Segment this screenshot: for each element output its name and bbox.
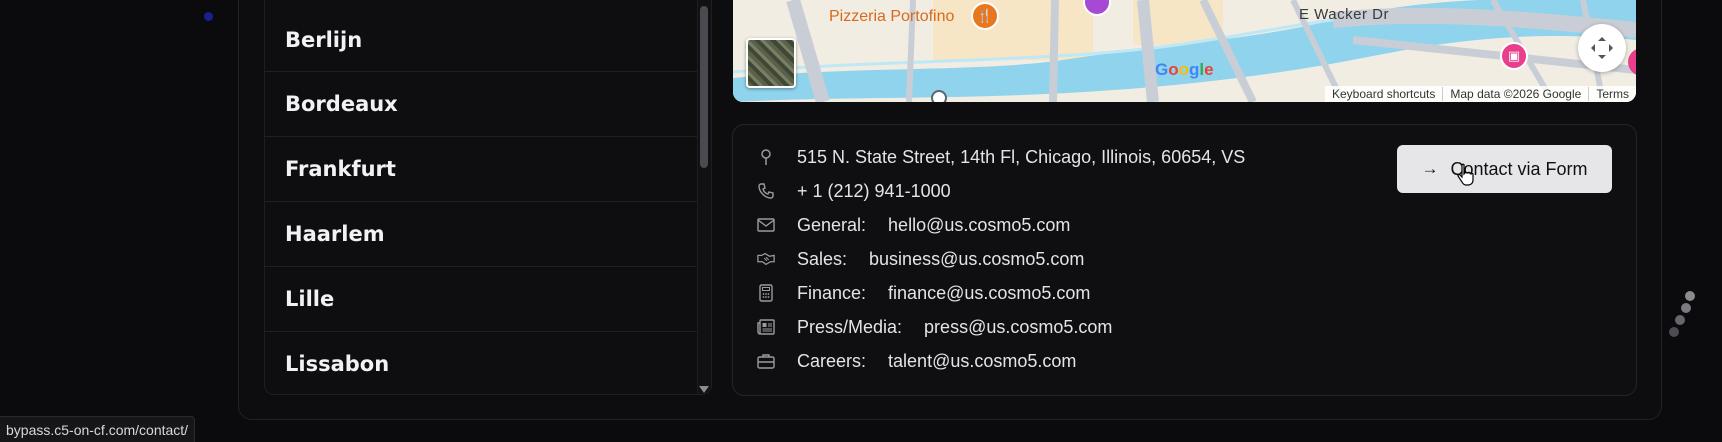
- map-label-poi[interactable]: Pizzeria Portofino: [829, 8, 954, 26]
- careers-label: Careers:: [797, 350, 867, 371]
- sales-label: Sales:: [797, 248, 848, 269]
- phone-link[interactable]: + 1 (212) 941-1000: [797, 181, 951, 202]
- finance-email-row: Finance: finance@us.cosmo5.com: [757, 280, 1090, 306]
- loading-dots-decoration: [1669, 291, 1695, 337]
- sales-email-row: Sales: business@us.cosmo5.com: [757, 246, 1084, 272]
- city-list[interactable]: Berlijn Bordeaux Frankfurt Haarlem Lille…: [264, 0, 712, 395]
- office-map[interactable]: Pizzeria Portofino E Wacker Dr 🍴 ▣ Googl…: [733, 0, 1636, 102]
- city-label: Frankfurt: [285, 157, 396, 181]
- city-item-frankfurt[interactable]: Frankfurt: [265, 137, 711, 202]
- map-data-attribution: Map data ©2026 Google: [1442, 87, 1588, 101]
- location-pin-icon: [757, 148, 775, 166]
- city-item-haarlem[interactable]: Haarlem: [265, 202, 711, 267]
- city-item-berlijn[interactable]: Berlijn: [265, 0, 711, 72]
- hotel-pin-icon[interactable]: ▣: [1500, 42, 1528, 70]
- city-label: Lille: [285, 287, 335, 311]
- transit-pin-icon[interactable]: [931, 90, 947, 102]
- press-email-link[interactable]: press@us.cosmo5.com: [924, 317, 1112, 338]
- city-label: Bordeaux: [285, 92, 398, 116]
- careers-email-row: Careers: talent@us.cosmo5.com: [757, 348, 1076, 374]
- press-email-row: Press/Media: press@us.cosmo5.com: [757, 314, 1112, 340]
- city-label: Berlijn: [285, 27, 363, 52]
- newspaper-icon: [757, 318, 775, 336]
- city-list-scrollbar[interactable]: [697, 0, 711, 394]
- phone-row: + 1 (212) 941-1000: [757, 178, 951, 204]
- press-label: Press/Media:: [797, 316, 903, 337]
- address-row: 515 N. State Street, 14th Fl, Chicago, I…: [757, 144, 1245, 170]
- handshake-icon: [757, 250, 775, 268]
- general-label: General:: [797, 214, 867, 235]
- browser-status-url: bypass.c5-on-cf.com/contact/: [0, 416, 196, 442]
- scroll-down-arrow-icon[interactable]: [699, 386, 709, 393]
- city-label: Lissabon: [285, 352, 390, 376]
- map-camera-control-button[interactable]: [1578, 24, 1626, 72]
- decorative-dot: [204, 12, 213, 21]
- move-arrows-icon: [1591, 37, 1613, 59]
- restaurant-pin-icon[interactable]: 🍴: [971, 2, 999, 30]
- city-item-bordeaux[interactable]: Bordeaux: [265, 72, 711, 137]
- city-item-lissabon[interactable]: Lissabon: [265, 332, 711, 394]
- general-email-row: General: hello@us.cosmo5.com: [757, 212, 1070, 238]
- briefcase-icon: [757, 352, 775, 370]
- arrow-right-icon: →: [1421, 159, 1439, 178]
- page: Berlijn Bordeaux Frankfurt Haarlem Lille…: [0, 0, 1722, 442]
- envelope-icon: [757, 216, 775, 234]
- scrollbar-thumb[interactable]: [700, 6, 708, 168]
- keyboard-shortcuts-link[interactable]: Keyboard shortcuts: [1325, 87, 1442, 101]
- phone-icon: [757, 182, 775, 200]
- hand-cursor-icon: [1457, 163, 1474, 186]
- contact-via-form-button[interactable]: → Contact via Form: [1397, 145, 1612, 193]
- google-logo: Google: [1155, 60, 1214, 79]
- finance-email-link[interactable]: finance@us.cosmo5.com: [888, 283, 1090, 304]
- map-footer: Keyboard shortcuts Map data ©2026 Google…: [1325, 86, 1636, 102]
- sales-email-link[interactable]: business@us.cosmo5.com: [869, 249, 1084, 270]
- address-text: 515 N. State Street, 14th Fl, Chicago, I…: [797, 146, 1246, 167]
- map-label-street: E Wacker Dr: [1299, 6, 1389, 23]
- satellite-toggle-button[interactable]: [746, 38, 796, 88]
- city-label: Haarlem: [285, 222, 385, 246]
- terms-link[interactable]: Terms: [1588, 87, 1636, 101]
- general-email-link[interactable]: hello@us.cosmo5.com: [888, 215, 1070, 236]
- city-item-lille[interactable]: Lille: [265, 267, 711, 332]
- contact-details-card: 515 N. State Street, 14th Fl, Chicago, I…: [732, 124, 1637, 396]
- careers-email-link[interactable]: talent@us.cosmo5.com: [888, 351, 1076, 372]
- calculator-icon: [757, 284, 775, 302]
- finance-label: Finance:: [797, 282, 867, 303]
